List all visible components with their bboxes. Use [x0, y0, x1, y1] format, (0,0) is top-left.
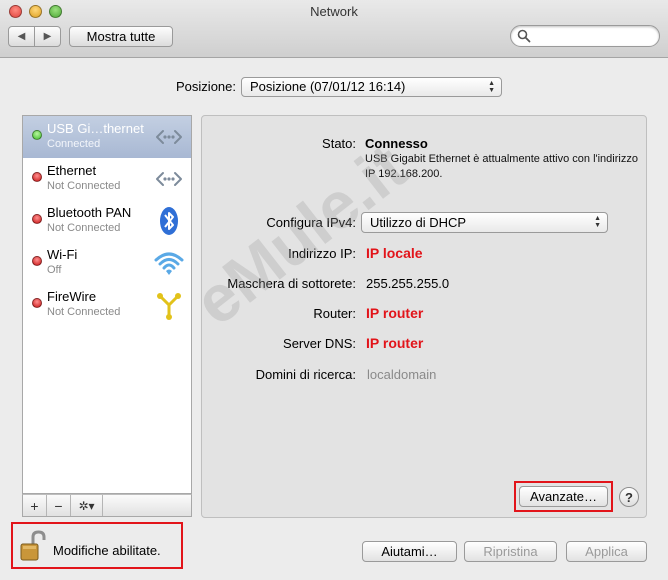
unlocked-padlock-icon[interactable] [19, 530, 47, 562]
ipv4-config-select[interactable]: Utilizzo di DHCP ▲ ▼ [361, 212, 608, 233]
service-item-ethernet[interactable]: Ethernet Not Connected [23, 158, 191, 200]
service-name: Wi-Fi [47, 247, 78, 262]
router-value: IP router [366, 305, 424, 321]
search-field[interactable] [510, 25, 660, 47]
back-button[interactable]: ◀ [8, 26, 35, 47]
ip-address-label: Indirizzo IP: [288, 246, 356, 261]
status-label: Stato: [322, 136, 356, 151]
subnet-mask-value: 255.255.255.0 [366, 276, 450, 291]
service-name: FireWire [47, 289, 97, 304]
back-arrow-icon: ◀ [17, 31, 26, 42]
apply-button[interactable]: Applica [566, 541, 647, 562]
window-title: Network [310, 4, 358, 19]
service-status: Connected [47, 138, 101, 150]
router-label: Router: [313, 306, 356, 321]
status-value: Connesso [365, 136, 428, 151]
status-dot-connected [32, 130, 42, 140]
assist-me-button[interactable]: Aiutami… [362, 541, 457, 562]
remove-service-button[interactable]: − [47, 495, 71, 516]
service-name: USB Gi…thernet [47, 121, 144, 136]
status-description: USB Gigabit Ethernet è attualmente attiv… [365, 153, 638, 180]
bluetooth-icon [160, 207, 178, 235]
service-name: Ethernet [47, 163, 97, 178]
location-select[interactable]: Posizione (07/01/12 16:14) ▲ ▼ [241, 77, 502, 97]
help-button[interactable]: ? [619, 487, 639, 507]
ethernet-icon [156, 172, 182, 186]
service-item-usb-ethernet[interactable]: USB Gi…thernet Connected [23, 116, 191, 158]
service-name: Bluetooth PAN [47, 205, 132, 220]
add-service-button[interactable]: + [23, 495, 47, 516]
search-icon [517, 29, 531, 43]
lock-status-text: Modifiche abilitate. [53, 543, 161, 558]
service-item-firewire[interactable]: FireWire Not Connected [23, 284, 191, 326]
location-label: Posizione: [176, 79, 236, 94]
location-value: Posizione (07/01/12 16:14) [250, 79, 406, 94]
service-status: Off [47, 264, 62, 276]
status-dot-disconnected [32, 172, 42, 182]
status-dot-disconnected [32, 298, 42, 308]
forward-arrow-icon: ▶ [43, 31, 52, 42]
service-item-bluetooth-pan[interactable]: Bluetooth PAN Not Connected [23, 200, 191, 242]
service-status: Not Connected [47, 222, 121, 234]
service-status: Not Connected [47, 180, 121, 192]
firewire-icon [157, 293, 181, 320]
status-dot-disconnected [32, 214, 42, 224]
network-preferences-window: Network ◀ ▶ Mostra tutte Posizione: Posi… [0, 0, 668, 580]
advanced-button[interactable]: Avanzate… [519, 486, 608, 507]
subnet-mask-label: Maschera di sottorete: [227, 276, 356, 291]
wifi-icon [154, 252, 184, 275]
dns-server-value: IP router [366, 335, 424, 351]
search-input[interactable] [533, 28, 653, 44]
updown-arrows-icon: ▲ ▼ [488, 80, 495, 94]
title-bar: Network ◀ ▶ Mostra tutte [0, 0, 668, 58]
dns-server-label: Server DNS: [283, 336, 356, 351]
gear-icon: ✲▾ [78, 498, 95, 513]
service-status: Not Connected [47, 306, 121, 318]
forward-button[interactable]: ▶ [34, 26, 61, 47]
search-domains-value: localdomain [367, 367, 437, 382]
ipv4-config-value: Utilizzo di DHCP [370, 215, 467, 230]
ethernet-icon [156, 130, 182, 144]
gear-menu-button[interactable]: ✲▾ [71, 495, 103, 516]
service-item-wifi[interactable]: Wi-Fi Off [23, 242, 191, 284]
search-domains-label: Domini di ricerca: [255, 367, 356, 382]
service-list: USB Gi…thernet Connected Ethernet Not Co… [22, 115, 192, 494]
ipv4-config-label: Configura IPv4: [266, 215, 356, 230]
revert-button[interactable]: Ripristina [464, 541, 557, 562]
service-list-toolbar: + − ✲▾ [22, 494, 192, 517]
ip-address-value: IP locale [366, 245, 423, 261]
status-dot-disconnected [32, 256, 42, 266]
updown-arrows-icon: ▲ ▼ [594, 215, 601, 229]
show-all-button[interactable]: Mostra tutte [69, 26, 173, 47]
